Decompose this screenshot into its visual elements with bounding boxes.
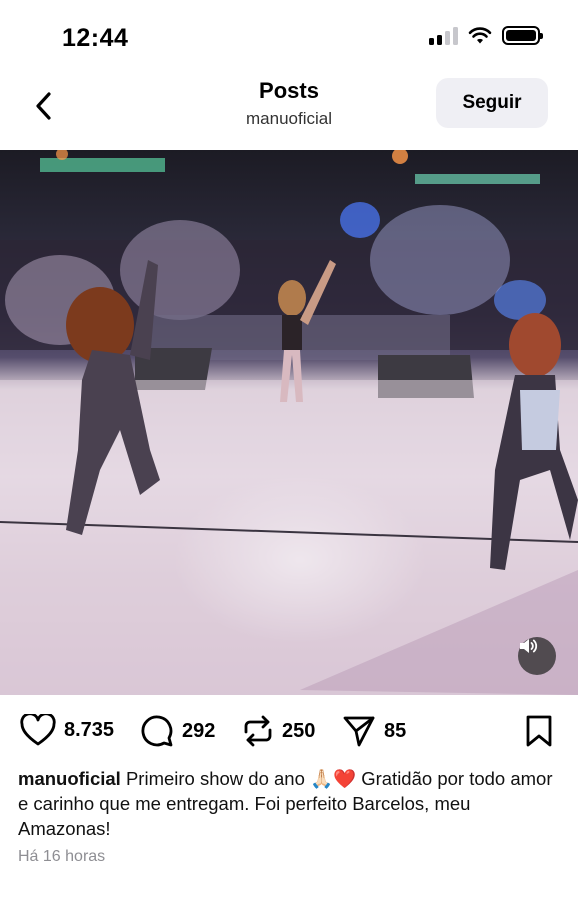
save-button[interactable] bbox=[524, 714, 554, 753]
post-caption: manuoficial Primeiro show do ano 🙏🏻❤️ Gr… bbox=[18, 766, 558, 841]
speaker-icon bbox=[520, 639, 538, 653]
like-count: 8.735 bbox=[64, 718, 115, 741]
bookmark-icon bbox=[526, 715, 552, 747]
wifi-icon bbox=[468, 26, 492, 43]
post-actions: 8.735 292 250 85 bbox=[0, 706, 578, 758]
send-icon bbox=[343, 716, 375, 747]
comment-count: 292 bbox=[182, 719, 216, 742]
share-count: 85 bbox=[384, 719, 407, 742]
sound-toggle-button[interactable] bbox=[518, 637, 556, 675]
heart-icon bbox=[20, 714, 56, 746]
status-bar: 12:44 bbox=[0, 0, 578, 72]
follow-button[interactable]: Seguir bbox=[436, 78, 548, 128]
caption-username[interactable]: manuoficial bbox=[18, 768, 121, 789]
post-timestamp: Há 16 horas bbox=[18, 848, 106, 865]
repost-icon bbox=[244, 715, 272, 747]
status-time: 12:44 bbox=[62, 24, 129, 52]
post-header: Posts manuoficial Seguir bbox=[0, 72, 578, 150]
comment-button[interactable]: 292 bbox=[140, 714, 215, 748]
cellular-signal-icon bbox=[429, 26, 458, 45]
repost-button[interactable]: 250 bbox=[242, 714, 315, 748]
share-button[interactable]: 85 bbox=[342, 714, 406, 748]
like-button[interactable]: 8.735 bbox=[20, 714, 114, 746]
battery-icon bbox=[502, 26, 543, 45]
comment-bubble-icon bbox=[141, 715, 173, 747]
post-video[interactable] bbox=[0, 150, 578, 695]
status-icons bbox=[429, 26, 543, 45]
repost-count: 250 bbox=[282, 719, 316, 742]
concert-scene bbox=[0, 150, 578, 695]
